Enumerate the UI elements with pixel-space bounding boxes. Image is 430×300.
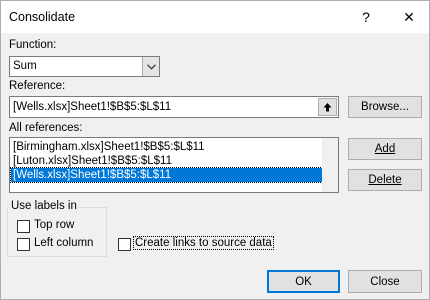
chevron-down-icon[interactable] bbox=[142, 57, 159, 76]
help-icon: ? bbox=[362, 9, 370, 25]
reference-label-text: Reference: bbox=[9, 80, 66, 92]
collapse-dialog-button[interactable] bbox=[318, 98, 337, 116]
function-label-text: Function: bbox=[9, 39, 57, 51]
add-button[interactable]: Add bbox=[348, 138, 422, 160]
close-button-label: Close bbox=[370, 275, 400, 288]
list-item[interactable]: [Luton.xlsx]Sheet1!$B$5:$L$11 bbox=[11, 154, 322, 168]
reference-input-value: [Wells.xlsx]Sheet1!$B$5:$L$11 bbox=[13, 101, 172, 113]
list-item-text: [Birmingham.xlsx]Sheet1!$B$5:$L$11 bbox=[13, 141, 205, 153]
delete-button[interactable]: Delete bbox=[348, 169, 422, 191]
reference-input[interactable]: [Wells.xlsx]Sheet1!$B$5:$L$11 bbox=[9, 96, 339, 118]
consolidate-dialog: Consolidate ? ✕ Function: Sum Reference:… bbox=[0, 0, 430, 300]
all-references-label: All references: bbox=[9, 122, 83, 134]
function-selected-value: Sum bbox=[13, 60, 37, 72]
title-bar: Consolidate ? ✕ bbox=[1, 1, 429, 33]
ok-button-label: OK bbox=[295, 275, 312, 288]
list-scrollbar-area bbox=[322, 138, 338, 192]
function-combobox[interactable]: Sum bbox=[9, 56, 160, 77]
top-row-checkbox[interactable] bbox=[17, 220, 30, 233]
close-window-button[interactable]: ✕ bbox=[387, 1, 430, 33]
delete-button-label: Delete bbox=[368, 174, 402, 186]
function-label: Function: bbox=[9, 39, 56, 51]
create-links-checkbox[interactable] bbox=[118, 238, 131, 251]
use-labels-group-title: Use labels in bbox=[9, 200, 79, 212]
list-item-selected[interactable]: [Wells.xlsx]Sheet1!$B$5:$L$11 bbox=[10, 167, 323, 183]
reference-label: Reference: bbox=[9, 80, 65, 92]
dialog-title: Consolidate bbox=[9, 10, 76, 24]
list-item-text: [Wells.xlsx]Sheet1!$B$5:$L$11 bbox=[13, 169, 172, 181]
ok-button[interactable]: OK bbox=[267, 270, 340, 293]
browse-button[interactable]: Browse... bbox=[348, 96, 422, 118]
help-button[interactable]: ? bbox=[344, 1, 388, 33]
top-row-label: Top row bbox=[34, 219, 75, 231]
close-icon: ✕ bbox=[403, 8, 415, 25]
close-button[interactable]: Close bbox=[348, 270, 422, 293]
list-item-text: [Luton.xlsx]Sheet1!$B$5:$L$11 bbox=[13, 155, 172, 167]
left-column-label: Left column bbox=[34, 237, 94, 249]
all-references-list[interactable]: [Birmingham.xlsx]Sheet1!$B$5:$L$11 [Luto… bbox=[9, 137, 339, 193]
browse-button-label: Browse... bbox=[361, 101, 409, 113]
list-item[interactable]: [Birmingham.xlsx]Sheet1!$B$5:$L$11 bbox=[11, 140, 322, 154]
all-references-label-text: All references: bbox=[9, 122, 83, 134]
add-button-label: Add bbox=[374, 143, 396, 155]
left-column-checkbox[interactable] bbox=[17, 238, 30, 251]
arrow-up-icon bbox=[323, 102, 332, 111]
create-links-label: Create links to source data bbox=[133, 236, 274, 250]
